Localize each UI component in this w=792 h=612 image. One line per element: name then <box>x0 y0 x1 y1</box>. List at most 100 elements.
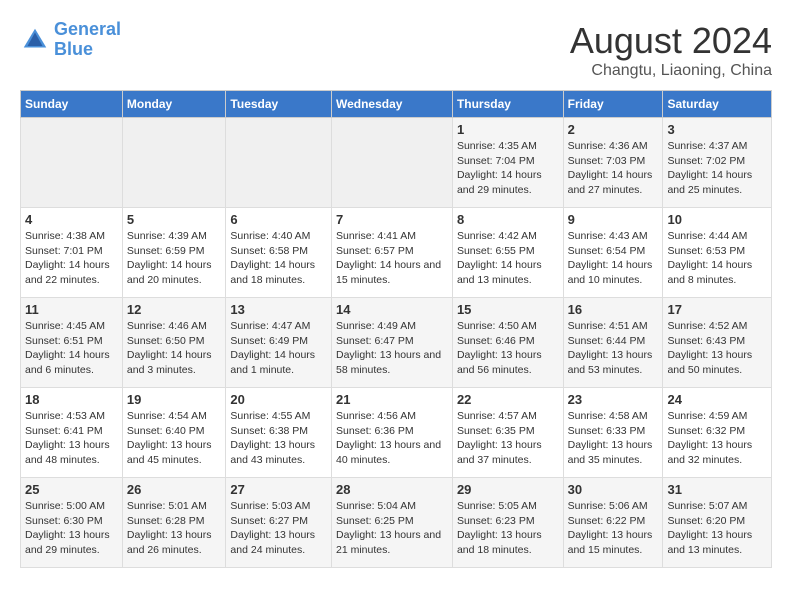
day-number: 2 <box>568 122 659 137</box>
day-number: 5 <box>127 212 222 227</box>
weekday-header-monday: Monday <box>122 91 226 118</box>
cell-content: Sunrise: 4:58 AM Sunset: 6:33 PM Dayligh… <box>568 409 659 468</box>
calendar-cell: 16Sunrise: 4:51 AM Sunset: 6:44 PM Dayli… <box>563 298 663 388</box>
day-number: 24 <box>667 392 767 407</box>
calendar-cell: 10 Sunrise: 4:44 AM Sunset: 6:53 PM Dayli… <box>663 208 772 298</box>
cell-content: Sunrise: 4:53 AM Sunset: 6:41 PM Dayligh… <box>25 409 118 468</box>
calendar-cell: 27 Sunrise: 5:03 AM Sunset: 6:27 PM Dayli… <box>226 478 332 568</box>
calendar-cell: 22Sunrise: 4:57 AM Sunset: 6:35 PM Dayli… <box>452 388 563 478</box>
day-number: 10 <box>667 212 767 227</box>
calendar-cell: 15 Sunrise: 4:50 AM Sunset: 6:46 PM Dayli… <box>452 298 563 388</box>
calendar-row-0: 1 Sunrise: 4:35 AM Sunset: 7:04 PM Daylig… <box>21 118 772 208</box>
day-number: 18 <box>25 392 118 407</box>
weekday-header-friday: Friday <box>563 91 663 118</box>
cell-content: Sunrise: 4:59 AM Sunset: 6:32 PM Dayligh… <box>667 409 767 468</box>
day-number: 26 <box>127 482 222 497</box>
weekday-header-thursday: Thursday <box>452 91 563 118</box>
calendar-cell <box>122 118 226 208</box>
cell-content: Sunrise: 5:06 AM Sunset: 6:22 PM Dayligh… <box>568 499 659 558</box>
cell-content: Sunrise: 4:36 AM Sunset: 7:03 PM Dayligh… <box>568 139 659 198</box>
day-number: 23 <box>568 392 659 407</box>
cell-content: Sunrise: 4:37 AM Sunset: 7:02 PM Dayligh… <box>667 139 767 198</box>
day-number: 16 <box>568 302 659 317</box>
calendar-cell: 25Sunrise: 5:00 AM Sunset: 6:30 PM Dayli… <box>21 478 123 568</box>
calendar-cell <box>21 118 123 208</box>
cell-content: Sunrise: 4:43 AM Sunset: 6:54 PM Dayligh… <box>568 229 659 288</box>
cell-content: Sunrise: 4:55 AM Sunset: 6:38 PM Dayligh… <box>230 409 327 468</box>
weekday-header-row: SundayMondayTuesdayWednesdayThursdayFrid… <box>21 91 772 118</box>
cell-content: Sunrise: 4:40 AM Sunset: 6:58 PM Dayligh… <box>230 229 327 288</box>
logo-line1: General <box>54 19 121 39</box>
calendar-cell: 2 Sunrise: 4:36 AM Sunset: 7:03 PM Daylig… <box>563 118 663 208</box>
cell-content: Sunrise: 5:00 AM Sunset: 6:30 PM Dayligh… <box>25 499 118 558</box>
cell-content: Sunrise: 5:07 AM Sunset: 6:20 PM Dayligh… <box>667 499 767 558</box>
calendar-cell: 5 Sunrise: 4:39 AM Sunset: 6:59 PM Daylig… <box>122 208 226 298</box>
calendar-cell: 8 Sunrise: 4:42 AM Sunset: 6:55 PM Daylig… <box>452 208 563 298</box>
calendar-cell: 3 Sunrise: 4:37 AM Sunset: 7:02 PM Daylig… <box>663 118 772 208</box>
cell-content: Sunrise: 4:56 AM Sunset: 6:36 PM Dayligh… <box>336 409 448 468</box>
cell-content: Sunrise: 5:01 AM Sunset: 6:28 PM Dayligh… <box>127 499 222 558</box>
day-number: 21 <box>336 392 448 407</box>
day-number: 13 <box>230 302 327 317</box>
weekday-header-tuesday: Tuesday <box>226 91 332 118</box>
day-number: 9 <box>568 212 659 227</box>
calendar-cell: 4 Sunrise: 4:38 AM Sunset: 7:01 PM Daylig… <box>21 208 123 298</box>
day-number: 1 <box>457 122 559 137</box>
cell-content: Sunrise: 4:46 AM Sunset: 6:50 PM Dayligh… <box>127 319 222 378</box>
cell-content: Sunrise: 4:41 AM Sunset: 6:57 PM Dayligh… <box>336 229 448 288</box>
cell-content: Sunrise: 4:42 AM Sunset: 6:55 PM Dayligh… <box>457 229 559 288</box>
logo-line2: Blue <box>54 39 93 59</box>
day-number: 28 <box>336 482 448 497</box>
weekday-header-sunday: Sunday <box>21 91 123 118</box>
day-number: 27 <box>230 482 327 497</box>
calendar-cell: 24 Sunrise: 4:59 AM Sunset: 6:32 PM Dayli… <box>663 388 772 478</box>
calendar-row-2: 11 Sunrise: 4:45 AM Sunset: 6:51 PM Dayli… <box>21 298 772 388</box>
cell-content: Sunrise: 4:47 AM Sunset: 6:49 PM Dayligh… <box>230 319 327 378</box>
calendar-cell: 18 Sunrise: 4:53 AM Sunset: 6:41 PM Dayli… <box>21 388 123 478</box>
day-number: 11 <box>25 302 118 317</box>
calendar-cell: 17 Sunrise: 4:52 AM Sunset: 6:43 PM Dayli… <box>663 298 772 388</box>
day-number: 20 <box>230 392 327 407</box>
calendar-row-1: 4 Sunrise: 4:38 AM Sunset: 7:01 PM Daylig… <box>21 208 772 298</box>
day-number: 19 <box>127 392 222 407</box>
day-number: 17 <box>667 302 767 317</box>
calendar-cell <box>331 118 452 208</box>
cell-content: Sunrise: 5:03 AM Sunset: 6:27 PM Dayligh… <box>230 499 327 558</box>
cell-content: Sunrise: 4:39 AM Sunset: 6:59 PM Dayligh… <box>127 229 222 288</box>
cell-content: Sunrise: 4:52 AM Sunset: 6:43 PM Dayligh… <box>667 319 767 378</box>
weekday-header-saturday: Saturday <box>663 91 772 118</box>
cell-content: Sunrise: 4:44 AM Sunset: 6:53 PM Dayligh… <box>667 229 767 288</box>
calendar-cell <box>226 118 332 208</box>
day-number: 3 <box>667 122 767 137</box>
calendar-cell: 9 Sunrise: 4:43 AM Sunset: 6:54 PM Daylig… <box>563 208 663 298</box>
day-number: 12 <box>127 302 222 317</box>
day-number: 7 <box>336 212 448 227</box>
calendar-row-3: 18 Sunrise: 4:53 AM Sunset: 6:41 PM Dayli… <box>21 388 772 478</box>
day-number: 31 <box>667 482 767 497</box>
calendar-cell: 6Sunrise: 4:40 AM Sunset: 6:58 PM Daylig… <box>226 208 332 298</box>
calendar-cell: 21 Sunrise: 4:56 AM Sunset: 6:36 PM Dayli… <box>331 388 452 478</box>
cell-content: Sunrise: 4:45 AM Sunset: 6:51 PM Dayligh… <box>25 319 118 378</box>
calendar-cell: 28Sunrise: 5:04 AM Sunset: 6:25 PM Dayli… <box>331 478 452 568</box>
calendar-cell: 13 Sunrise: 4:47 AM Sunset: 6:49 PM Dayli… <box>226 298 332 388</box>
day-number: 22 <box>457 392 559 407</box>
calendar-cell: 31 Sunrise: 5:07 AM Sunset: 6:20 PM Dayli… <box>663 478 772 568</box>
day-number: 15 <box>457 302 559 317</box>
calendar-cell: 19 Sunrise: 4:54 AM Sunset: 6:40 PM Dayli… <box>122 388 226 478</box>
calendar-cell: 23 Sunrise: 4:58 AM Sunset: 6:33 PM Dayli… <box>563 388 663 478</box>
header: General Blue August 2024 Changtu, Liaoni… <box>20 20 772 80</box>
logo: General Blue <box>20 20 121 60</box>
cell-content: Sunrise: 4:50 AM Sunset: 6:46 PM Dayligh… <box>457 319 559 378</box>
main-title: August 2024 <box>570 20 772 62</box>
cell-content: Sunrise: 4:38 AM Sunset: 7:01 PM Dayligh… <box>25 229 118 288</box>
day-number: 8 <box>457 212 559 227</box>
day-number: 30 <box>568 482 659 497</box>
day-number: 4 <box>25 212 118 227</box>
logo-icon <box>20 25 50 55</box>
cell-content: Sunrise: 4:54 AM Sunset: 6:40 PM Dayligh… <box>127 409 222 468</box>
calendar-cell: 12 Sunrise: 4:46 AM Sunset: 6:50 PM Dayli… <box>122 298 226 388</box>
cell-content: Sunrise: 4:35 AM Sunset: 7:04 PM Dayligh… <box>457 139 559 198</box>
calendar-cell: 30 Sunrise: 5:06 AM Sunset: 6:22 PM Dayli… <box>563 478 663 568</box>
calendar-cell: 11 Sunrise: 4:45 AM Sunset: 6:51 PM Dayli… <box>21 298 123 388</box>
calendar-cell: 29Sunrise: 5:05 AM Sunset: 6:23 PM Dayli… <box>452 478 563 568</box>
